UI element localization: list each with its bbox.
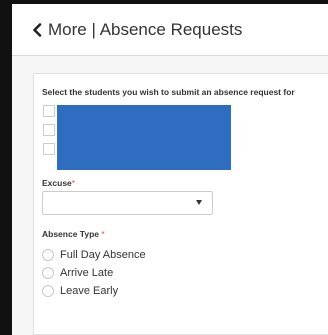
app-frame: More | Absence Requests Select the stude…: [0, 0, 328, 335]
radio-label: Leave Early: [60, 285, 119, 297]
absence-type-label: Absence Type *: [42, 229, 105, 239]
absence-request-form: Select the students you wish to submit a…: [33, 73, 328, 335]
student-checkbox[interactable]: [43, 124, 55, 136]
caret-down-icon: [196, 200, 202, 205]
radio-label: Full Day Absence: [60, 249, 146, 261]
chevron-left-icon[interactable]: [30, 22, 44, 37]
radio-label: Arrive Late: [60, 267, 114, 279]
student-checkbox[interactable]: [43, 143, 55, 155]
back-link[interactable]: More: [48, 20, 87, 39]
page-title: More | Absence Requests: [48, 20, 242, 40]
excuse-label: Excuse*: [42, 178, 75, 188]
radio-button[interactable]: [42, 285, 54, 297]
excuse-select[interactable]: [42, 191, 213, 215]
radio-button[interactable]: [42, 267, 54, 279]
radio-option-leave-early[interactable]: Leave Early: [42, 284, 118, 298]
page-header: More | Absence Requests: [12, 4, 328, 56]
absence-type-label-text: Absence Type: [42, 229, 100, 239]
excuse-label-text: Excuse: [42, 178, 72, 188]
required-asterisk: *: [71, 178, 76, 188]
students-prompt: Select the students you wish to submit a…: [42, 87, 295, 97]
student-checkbox[interactable]: [43, 105, 55, 117]
radio-option-arrive-late[interactable]: Arrive Late: [42, 266, 113, 280]
page-title-text: Absence Requests: [99, 19, 243, 39]
required-asterisk: *: [101, 229, 105, 239]
radio-option-full-day-absence[interactable]: Full Day Absence: [42, 248, 146, 262]
redacted-student-names: [57, 105, 231, 170]
title-separator: |: [91, 19, 96, 39]
radio-button[interactable]: [42, 249, 54, 261]
